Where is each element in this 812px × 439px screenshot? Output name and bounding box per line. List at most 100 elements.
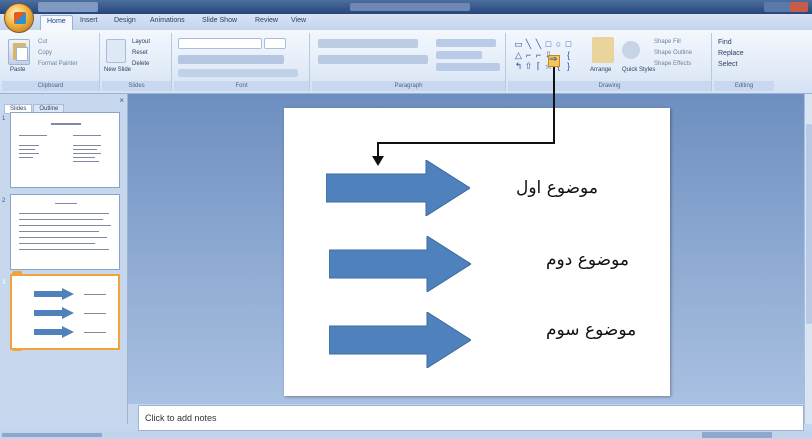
delete-button[interactable]: Delete (132, 61, 149, 67)
tab-design[interactable]: Design (114, 17, 136, 24)
thumb-text-line (73, 161, 99, 162)
view-buttons[interactable] (702, 432, 772, 438)
triangle-shape-icon[interactable]: △ (514, 51, 523, 60)
tab-view[interactable]: View (291, 17, 306, 24)
arrange-button[interactable]: Arrange (590, 67, 611, 73)
thumb-text-line (84, 332, 106, 333)
thumb-text-line (19, 249, 109, 250)
copy-button[interactable]: Copy (38, 50, 52, 56)
thumb-text-line (19, 213, 109, 214)
thumb-arrow-icon (34, 288, 74, 300)
pane-tabs: Slides Outline (4, 97, 65, 114)
paragraph-group-label: Paragraph (312, 81, 505, 91)
connector-shape-icon[interactable]: ⌐ (524, 51, 533, 60)
close-window-button[interactable] (790, 2, 808, 12)
arrow-shape-3[interactable] (329, 312, 471, 368)
slides-group-label: Slides (102, 81, 171, 91)
line-shape-icon[interactable]: ╲ (524, 40, 533, 49)
brace-shape-icon[interactable]: } (564, 62, 573, 71)
slide-number: 1 (2, 116, 6, 122)
thumb-text-line (19, 149, 35, 150)
paragraph-group: Paragraph (312, 33, 506, 91)
window-controls[interactable] (764, 2, 808, 12)
slides-group: New Slide Layout Reset Delete Slides (102, 33, 172, 91)
list-buttons[interactable] (318, 39, 418, 48)
ribbon: Paste Cut Copy Format Painter Clipboard … (0, 30, 812, 94)
align-text-button[interactable] (436, 51, 482, 59)
topic-3-text[interactable]: موضوع سوم (546, 320, 636, 340)
scrollbar-thumb[interactable] (806, 124, 812, 324)
layout-button[interactable]: Layout (132, 39, 150, 45)
thumb-arrow-icon (34, 307, 74, 319)
line-shape-icon[interactable]: ╲ (534, 40, 543, 49)
new-slide-button[interactable]: New Slide (104, 67, 131, 73)
cut-button[interactable]: Cut (38, 39, 47, 45)
quick-access-toolbar[interactable] (38, 2, 98, 12)
font-format-buttons[interactable] (178, 55, 284, 64)
slide-thumbnail-3[interactable] (10, 274, 120, 350)
oval-shape-icon[interactable]: ○ (554, 40, 563, 49)
right-arrow-shape-button[interactable] (548, 54, 560, 67)
window-title (350, 3, 470, 11)
notes-pane[interactable]: Click to add notes (138, 405, 804, 431)
slide-thumbnail-1[interactable] (10, 112, 120, 188)
vertical-scrollbar[interactable] (804, 94, 812, 424)
paste-button[interactable] (8, 39, 30, 65)
text-box-shape-icon[interactable]: ▭ (514, 40, 523, 49)
tab-home[interactable]: Home (40, 15, 73, 30)
select-button[interactable]: Select (718, 61, 737, 68)
tab-slide-show[interactable]: Slide Show (202, 17, 237, 24)
thumb-arrow-icon (34, 326, 74, 338)
close-pane-icon[interactable]: × (119, 96, 124, 105)
office-button[interactable] (4, 3, 34, 33)
thumb-text-line (19, 237, 107, 238)
quick-styles-icon[interactable] (622, 41, 640, 59)
tab-insert[interactable]: Insert (80, 17, 98, 24)
curve-shape-icon[interactable]: ↰ (514, 62, 523, 71)
callout-connector-line (377, 142, 555, 144)
topic-2-text[interactable]: موضوع دوم (546, 250, 629, 270)
thumb-text-line (19, 153, 39, 154)
paste-label: Paste (10, 67, 26, 73)
rectangle-shape-icon[interactable]: □ (544, 40, 553, 49)
callout-connector-line (553, 66, 555, 144)
thumb-text-line (73, 157, 95, 158)
editing-group: Find Replace Select Editing (714, 33, 774, 91)
notes-placeholder[interactable]: Click to add notes (145, 413, 217, 423)
editing-group-label: Editing (714, 81, 774, 91)
shape-fill-button[interactable]: Shape Fill (654, 39, 681, 45)
rectangle-shape-icon[interactable]: □ (564, 40, 573, 49)
tab-review[interactable]: Review (255, 17, 278, 24)
arrow-shape-2[interactable] (329, 236, 471, 292)
thumb-text-line (73, 149, 97, 150)
find-button[interactable]: Find (718, 39, 732, 46)
slide-thumbnail-2[interactable] (10, 194, 120, 270)
thumb-text-line (73, 135, 101, 136)
arrow-shape-icon[interactable]: ⇧ (524, 62, 533, 71)
format-painter-button[interactable]: Format Painter (38, 61, 78, 67)
text-direction-button[interactable] (436, 39, 496, 47)
reset-button[interactable]: Reset (132, 50, 148, 56)
arrow-shape-1[interactable] (326, 160, 470, 216)
font-name-dropdown[interactable] (178, 38, 262, 49)
bracket-shape-icon[interactable]: ⌈ (534, 62, 543, 71)
new-slide-icon[interactable] (106, 39, 126, 63)
status-text (2, 433, 102, 437)
thumb-title-line (51, 123, 81, 125)
font-color-buttons[interactable] (178, 69, 298, 77)
connector-shape-icon[interactable]: ⌐ (534, 51, 543, 60)
thumb-text-line (73, 153, 101, 154)
thumb-text-line (84, 294, 106, 295)
alignment-buttons[interactable] (318, 55, 428, 64)
brace-shape-icon[interactable]: { (564, 51, 573, 60)
quick-styles-button[interactable]: Quick Styles (622, 67, 655, 73)
replace-button[interactable]: Replace (718, 50, 744, 57)
slide-canvas[interactable]: موضوع اول موضوع دوم موضوع سوم (284, 108, 670, 396)
arrange-icon[interactable] (592, 37, 614, 63)
topic-1-text[interactable]: موضوع اول (516, 178, 598, 198)
shape-outline-button[interactable]: Shape Outline (654, 50, 692, 56)
shape-effects-button[interactable]: Shape Effects (654, 61, 691, 67)
font-size-dropdown[interactable] (264, 38, 286, 49)
tab-animations[interactable]: Animations (150, 17, 185, 24)
convert-to-smartart-button[interactable] (436, 63, 500, 71)
